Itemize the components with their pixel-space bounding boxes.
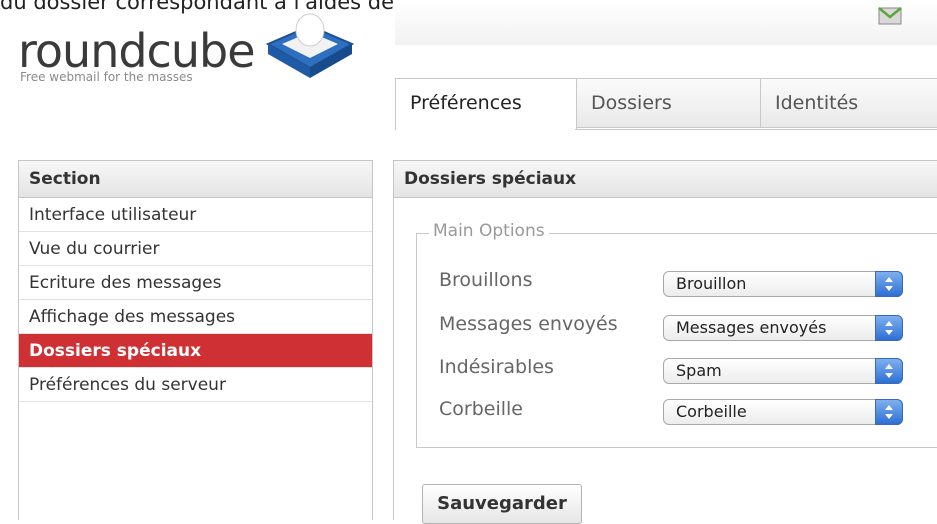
content-header: Dossiers spéciaux bbox=[394, 161, 937, 198]
junk-label: Indésirables bbox=[439, 356, 554, 378]
preferences-tabs: Préférences Dossiers Identités bbox=[395, 78, 937, 130]
section-item-mailview[interactable]: Vue du courrier bbox=[19, 232, 372, 266]
roundcube-logo[interactable]: roundcube Free webmail for the masses bbox=[14, 13, 355, 92]
sent-label: Messages envoyés bbox=[439, 313, 618, 335]
section-item-interface[interactable]: Interface utilisateur bbox=[19, 198, 372, 232]
trash-select[interactable]: Corbeille bbox=[663, 399, 903, 425]
up-down-arrows-icon bbox=[875, 271, 903, 297]
sent-select[interactable]: Messages envoyés bbox=[663, 315, 903, 341]
tab-folders-label: Dossiers bbox=[591, 92, 672, 114]
fieldset-legend: Main Options bbox=[429, 221, 549, 241]
tab-identities-label: Identités bbox=[775, 92, 859, 114]
mail-icon[interactable] bbox=[878, 4, 904, 30]
section-item-server[interactable]: Préférences du serveur bbox=[19, 368, 372, 402]
top-bar bbox=[395, 0, 937, 45]
tabs-baseline bbox=[575, 129, 937, 130]
save-button[interactable]: Sauvegarder bbox=[422, 484, 582, 524]
drafts-label: Brouillons bbox=[439, 269, 533, 291]
tab-preferences-label: Préférences bbox=[410, 92, 522, 114]
tab-identities[interactable]: Identités bbox=[760, 78, 937, 128]
drafts-select[interactable]: Brouillon bbox=[663, 271, 903, 297]
junk-select[interactable]: Spam bbox=[663, 358, 903, 384]
drafts-select-value: Brouillon bbox=[676, 274, 747, 293]
section-list-panel: Section Interface utilisateur Vue du cou… bbox=[18, 160, 373, 520]
section-item-display[interactable]: Affichage des messages bbox=[19, 300, 372, 334]
main-options-fieldset: Main Options Brouillons Brouillon Messag… bbox=[416, 221, 937, 448]
section-item-special-folders[interactable]: Dossiers spéciaux bbox=[19, 334, 372, 368]
up-down-arrows-icon bbox=[875, 315, 903, 341]
special-folders-panel: Dossiers spéciaux Main Options Brouillon… bbox=[393, 160, 937, 524]
junk-select-value: Spam bbox=[676, 361, 722, 380]
logo-wordmark: roundcube bbox=[18, 24, 255, 78]
up-down-arrows-icon bbox=[875, 358, 903, 384]
trash-select-value: Corbeille bbox=[676, 402, 747, 421]
tab-preferences[interactable]: Préférences bbox=[395, 78, 577, 130]
section-item-compose[interactable]: Ecriture des messages bbox=[19, 266, 372, 300]
trash-label: Corbeille bbox=[439, 398, 523, 420]
section-header: Section bbox=[19, 161, 372, 198]
sent-select-value: Messages envoyés bbox=[676, 318, 827, 337]
logo-tagline: Free webmail for the masses bbox=[20, 70, 193, 84]
roundcube-box-icon bbox=[260, 12, 360, 86]
up-down-arrows-icon bbox=[875, 399, 903, 425]
tab-folders[interactable]: Dossiers bbox=[576, 78, 761, 128]
